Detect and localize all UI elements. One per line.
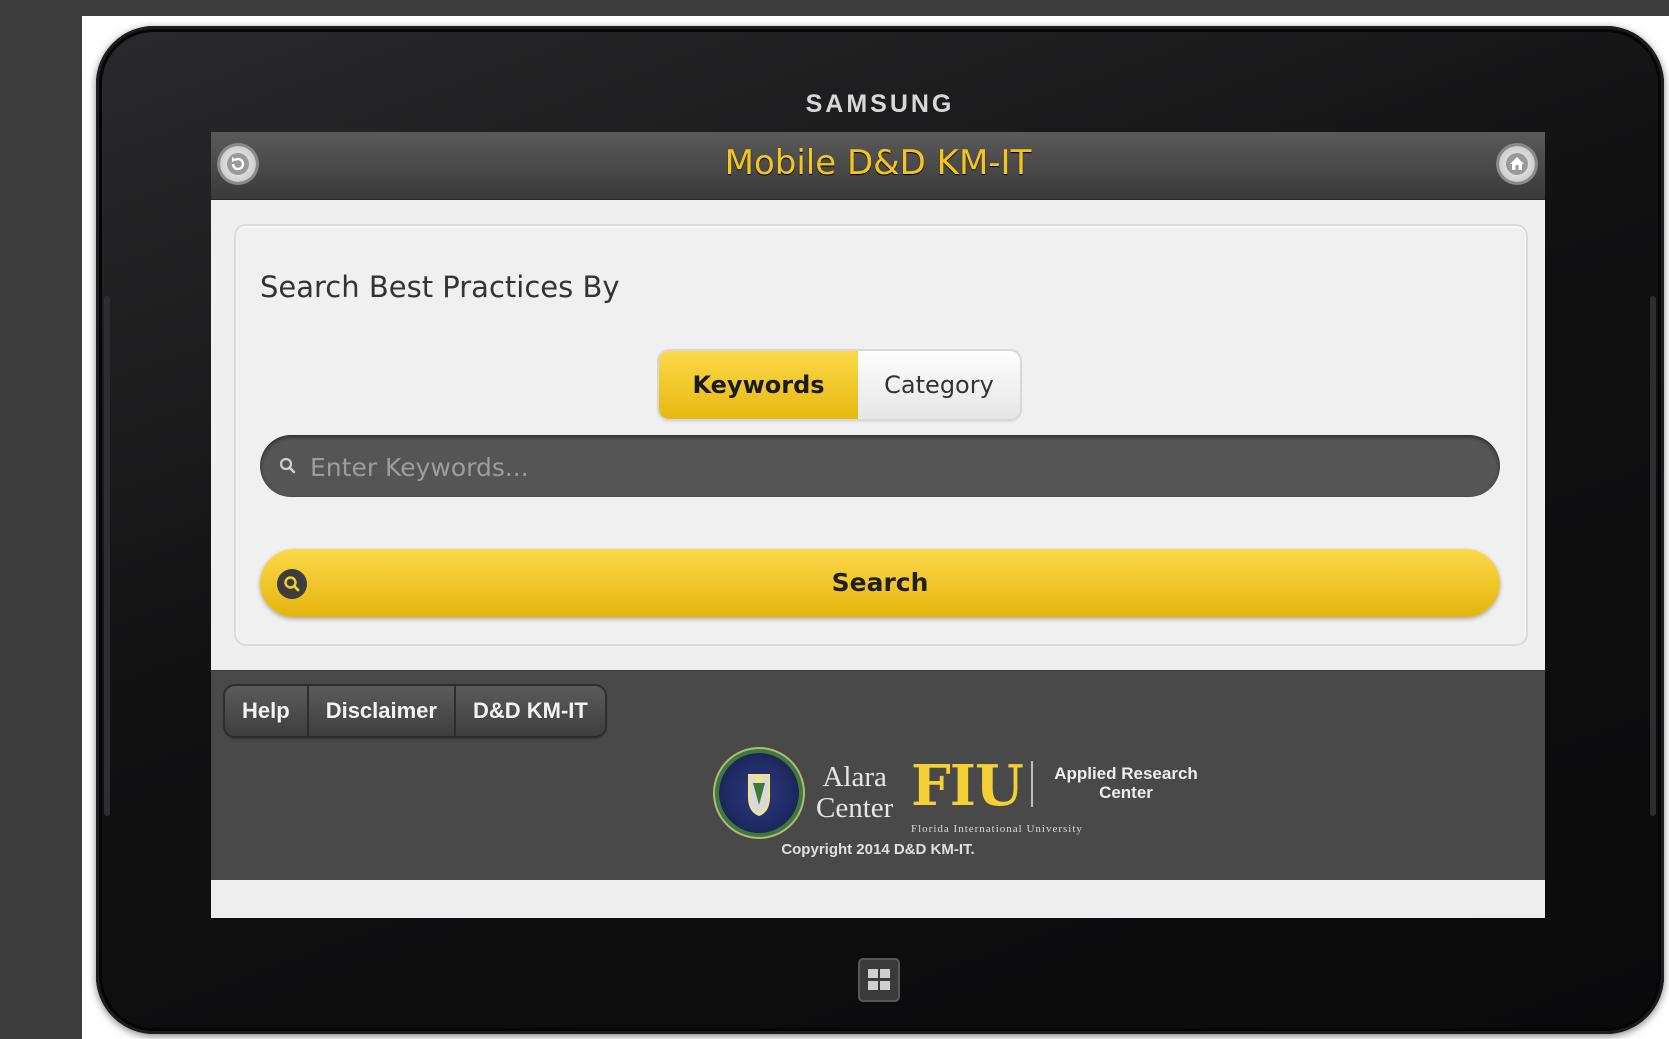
tab-keywords[interactable]: Keywords — [659, 351, 859, 419]
partner-logos: Alara Center FIU Applied Research Center… — [211, 753, 1545, 843]
windows-logo-pane — [880, 969, 890, 978]
screen-bottom-strip — [211, 880, 1545, 918]
search-button[interactable]: Search — [260, 549, 1500, 617]
app-screen: Mobile D&D KM-IT Search Best Practices B… — [211, 132, 1545, 918]
footer-nav: Help Disclaimer D&D KM-IT — [225, 686, 605, 736]
search-field — [260, 435, 1500, 499]
arc-line-2: Center — [1099, 783, 1153, 802]
tablet-side-edge — [104, 296, 110, 816]
device-brand-label: SAMSUNG — [805, 90, 955, 118]
copyright-text: Copyright 2014 D&D KM-IT. — [781, 841, 975, 858]
search-button-label: Search — [831, 568, 929, 597]
footer-dd-kmit-button[interactable]: D&D KM-IT — [455, 686, 605, 736]
app-title: Mobile D&D KM-IT — [724, 143, 1032, 183]
fiu-subtitle: Florida International University — [911, 823, 1083, 835]
doe-seal-logo — [719, 753, 799, 833]
search-mode-toggle: Keywords Category — [659, 351, 1020, 419]
tab-category[interactable]: Category — [858, 351, 1020, 419]
app-footer: Help Disclaimer D&D KM-IT Alara Center F… — [211, 670, 1545, 881]
windows-logo-pane — [868, 969, 878, 978]
footer-disclaimer-button[interactable]: Disclaimer — [308, 686, 456, 736]
arc-line-1: Applied Research — [1054, 764, 1198, 783]
windows-logo-pane — [880, 981, 890, 990]
alara-line-1: Alara — [822, 761, 887, 793]
search-heading: Search Best Practices By — [260, 270, 620, 304]
tablet-side-edge — [1650, 296, 1656, 816]
search-panel: Search Best Practices By Keywords Catego… — [234, 224, 1528, 646]
search-input[interactable] — [308, 435, 1482, 499]
applied-research-center-logo: Applied Research Center — [1046, 764, 1206, 802]
fiu-logo: FIU — [911, 753, 1024, 819]
home-button[interactable] — [1499, 146, 1535, 182]
alara-line-2: Center — [816, 792, 894, 824]
search-icon — [279, 457, 296, 474]
footer-help-button[interactable]: Help — [225, 686, 309, 736]
windows-home-button[interactable] — [858, 958, 900, 1002]
app-header: Mobile D&D KM-IT — [211, 132, 1545, 200]
windows-logo-pane — [868, 981, 878, 990]
home-icon — [1506, 153, 1528, 175]
logo-divider — [1031, 761, 1033, 807]
tablet-frame: SAMSUNG Mobile D&D KM-IT Search Best Pra… — [96, 26, 1664, 1034]
alara-center-logo: Alara Center — [816, 762, 893, 824]
